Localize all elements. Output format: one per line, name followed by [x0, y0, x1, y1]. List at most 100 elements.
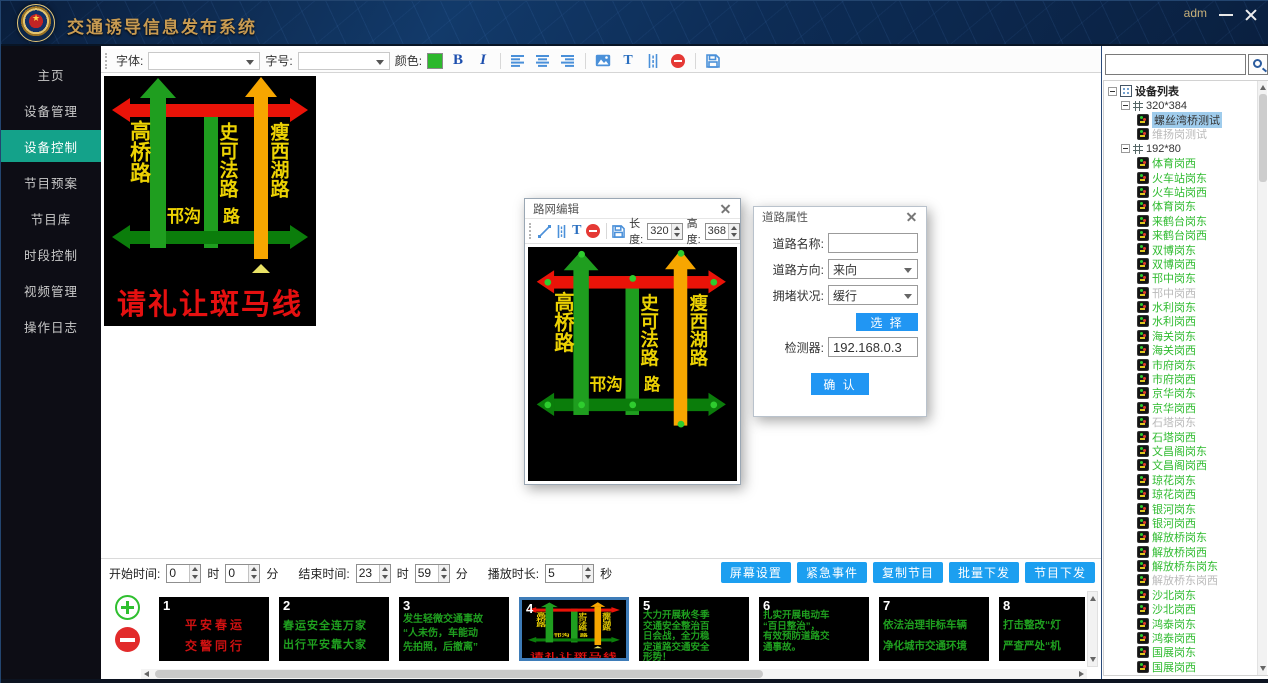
- draw-road-button[interactable]: [555, 223, 568, 240]
- spinner-arrows[interactable]: [189, 565, 200, 582]
- spin-up-icon[interactable]: [380, 565, 390, 574]
- spin-up-icon[interactable]: [672, 224, 682, 232]
- edit-handle[interactable]: [629, 275, 636, 282]
- spinner-arrows[interactable]: [248, 565, 259, 582]
- edit-handle[interactable]: [629, 401, 636, 408]
- batch-send-button[interactable]: 批量下发: [949, 562, 1019, 583]
- tree-device-体育岗东[interactable]: 体育岗东: [1106, 199, 1268, 213]
- draw-line-button[interactable]: [538, 223, 551, 240]
- playlist-item-8[interactable]: 8打击整改“灯严查严处“机: [999, 597, 1085, 661]
- tree-device-市府岗东[interactable]: 市府岗东: [1106, 357, 1268, 371]
- tree-device-双博岗东[interactable]: 双博岗东: [1106, 242, 1268, 256]
- tree-device-京华岗东[interactable]: 京华岗东: [1106, 386, 1268, 400]
- close-button[interactable]: [1243, 7, 1259, 23]
- sidebar-item-program-library[interactable]: 节目库: [1, 202, 101, 234]
- tree-device-文昌阁岗东[interactable]: 文昌阁岗东: [1106, 444, 1268, 458]
- align-left-button[interactable]: [508, 51, 528, 71]
- spinner-arrows[interactable]: [671, 224, 682, 239]
- tree-device-解放桥东岗西[interactable]: 解放桥东岗西: [1106, 573, 1268, 587]
- playlist-item-4[interactable]: 4 高桥路 史可法路 瘦西湖路 邗沟 路 请礼让斑马线: [519, 597, 629, 661]
- tree-device-鸿泰岗西[interactable]: 鸿泰岗西: [1106, 631, 1268, 645]
- spinner-arrows[interactable]: [728, 224, 739, 239]
- playlist-item-3[interactable]: 3发生轻微交通事故“人未伤，车能动先拍照，后撤离”: [399, 597, 509, 661]
- duration-spinner[interactable]: 5: [545, 564, 594, 583]
- tree-device-维扬岗测试[interactable]: 维扬岗测试: [1106, 127, 1268, 141]
- tree-device-来鹤台岗西[interactable]: 来鹤台岗西: [1106, 228, 1268, 242]
- playlist-item-2[interactable]: 2春运安全连万家出行平安靠大家: [279, 597, 389, 661]
- delete-element-button[interactable]: [668, 51, 688, 71]
- spin-up-icon[interactable]: [439, 565, 449, 574]
- italic-button[interactable]: I: [473, 51, 493, 71]
- road-editor-close-icon[interactable]: [718, 202, 732, 216]
- tree-device-沙北岗东[interactable]: 沙北岗东: [1106, 588, 1268, 602]
- spin-up-icon[interactable]: [583, 565, 593, 574]
- tree-device-石塔岗西[interactable]: 石塔岗西: [1106, 429, 1268, 443]
- tree-device-市府岗西[interactable]: 市府岗西: [1106, 372, 1268, 386]
- edit-handle[interactable]: [677, 250, 684, 257]
- length-spinner[interactable]: 320: [647, 223, 682, 240]
- edit-handle[interactable]: [578, 401, 585, 408]
- height-spinner[interactable]: 368: [705, 223, 740, 240]
- device-search-input[interactable]: [1105, 54, 1246, 75]
- tree-device-文昌阁岗西[interactable]: 文昌阁岗西: [1106, 458, 1268, 472]
- spin-down-icon[interactable]: [729, 231, 739, 239]
- tree-device-京华岗西[interactable]: 京华岗西: [1106, 401, 1268, 415]
- tree-device-双博岗西[interactable]: 双博岗西: [1106, 257, 1268, 271]
- playlist-vertical-scrollbar[interactable]: [1087, 591, 1098, 667]
- tree-device-琼花岗东[interactable]: 琼花岗东: [1106, 473, 1268, 487]
- tree-device-水利岗东[interactable]: 水利岗东: [1106, 300, 1268, 314]
- edit-handle[interactable]: [544, 279, 551, 286]
- scrollbar-thumb[interactable]: [155, 670, 763, 678]
- align-right-button[interactable]: [558, 51, 578, 71]
- scroll-down-icon[interactable]: [1260, 666, 1266, 671]
- add-program-button[interactable]: [115, 595, 140, 620]
- tree-device-水利岗西[interactable]: 水利岗西: [1106, 314, 1268, 328]
- end-minute-spinner[interactable]: 59: [415, 564, 450, 583]
- spinner-arrows[interactable]: [379, 565, 390, 582]
- device-tree-scrollbar[interactable]: [1257, 81, 1267, 675]
- tree-group-320*384[interactable]: 320*384: [1106, 98, 1268, 112]
- color-swatch[interactable]: [427, 53, 443, 69]
- tree-device-解放桥岗西[interactable]: 解放桥岗西: [1106, 545, 1268, 559]
- select-button[interactable]: 选 择: [856, 313, 918, 331]
- sidebar-item-program-plan[interactable]: 节目预案: [1, 166, 101, 198]
- spin-down-icon[interactable]: [439, 573, 449, 582]
- start-hour-spinner[interactable]: 0: [166, 564, 201, 583]
- emergency-event-button[interactable]: 紧急事件: [797, 562, 867, 583]
- tree-device-银河岗西[interactable]: 银河岗西: [1106, 516, 1268, 530]
- tree-device-海关岗西[interactable]: 海关岗西: [1106, 343, 1268, 357]
- road-direction-select[interactable]: 来向: [828, 259, 918, 279]
- tree-device-国展岗东[interactable]: 国展岗东: [1106, 645, 1268, 659]
- playlist-horizontal-scrollbar[interactable]: [141, 669, 1087, 679]
- playlist-item-5[interactable]: 5大力开展秋冬季交通安全整治百日会战，全力稳定道路交通安全形势！: [639, 597, 749, 661]
- tree-device-国展岗西[interactable]: 国展岗西: [1106, 660, 1268, 674]
- road-properties-close-icon[interactable]: [904, 210, 918, 224]
- bold-button[interactable]: B: [448, 51, 468, 71]
- save-roadnet-button[interactable]: [612, 223, 625, 240]
- playlist-item-7[interactable]: 7依法治理非标车辆净化城市交通环境: [879, 597, 989, 661]
- scroll-left-icon[interactable]: [144, 671, 149, 677]
- tree-device-沙北岗西[interactable]: 沙北岗西: [1106, 602, 1268, 616]
- detector-input[interactable]: 192.168.0.3: [828, 337, 918, 357]
- congestion-select[interactable]: 缓行: [828, 285, 918, 305]
- spin-down-icon[interactable]: [672, 231, 682, 239]
- tree-device-银河岗东[interactable]: 银河岗东: [1106, 501, 1268, 515]
- road-name-input[interactable]: [828, 233, 918, 253]
- screen-settings-button[interactable]: 屏幕设置: [721, 562, 791, 583]
- playlist-item-1[interactable]: 1平安春运交警同行: [159, 597, 269, 661]
- tree-device-解放桥岗东[interactable]: 解放桥岗东: [1106, 530, 1268, 544]
- road-editor-canvas[interactable]: 高桥路 史可法路 瘦西湖路 邗沟 路: [528, 247, 737, 481]
- scroll-up-icon[interactable]: [1090, 596, 1096, 601]
- remove-program-button[interactable]: [115, 627, 140, 652]
- font-family-select[interactable]: [148, 52, 260, 70]
- edit-handle[interactable]: [677, 421, 684, 428]
- scrollbar-thumb[interactable]: [1259, 94, 1267, 182]
- save-button[interactable]: [703, 51, 723, 71]
- spin-up-icon[interactable]: [729, 224, 739, 232]
- confirm-button[interactable]: 确 认: [811, 373, 869, 395]
- end-hour-spinner[interactable]: 23: [356, 564, 391, 583]
- tree-device-鸿泰岗东[interactable]: 鸿泰岗东: [1106, 616, 1268, 630]
- edit-handle[interactable]: [710, 401, 717, 408]
- tree-device-解放桥东岗东[interactable]: 解放桥东岗东: [1106, 559, 1268, 573]
- spin-up-icon[interactable]: [249, 565, 259, 574]
